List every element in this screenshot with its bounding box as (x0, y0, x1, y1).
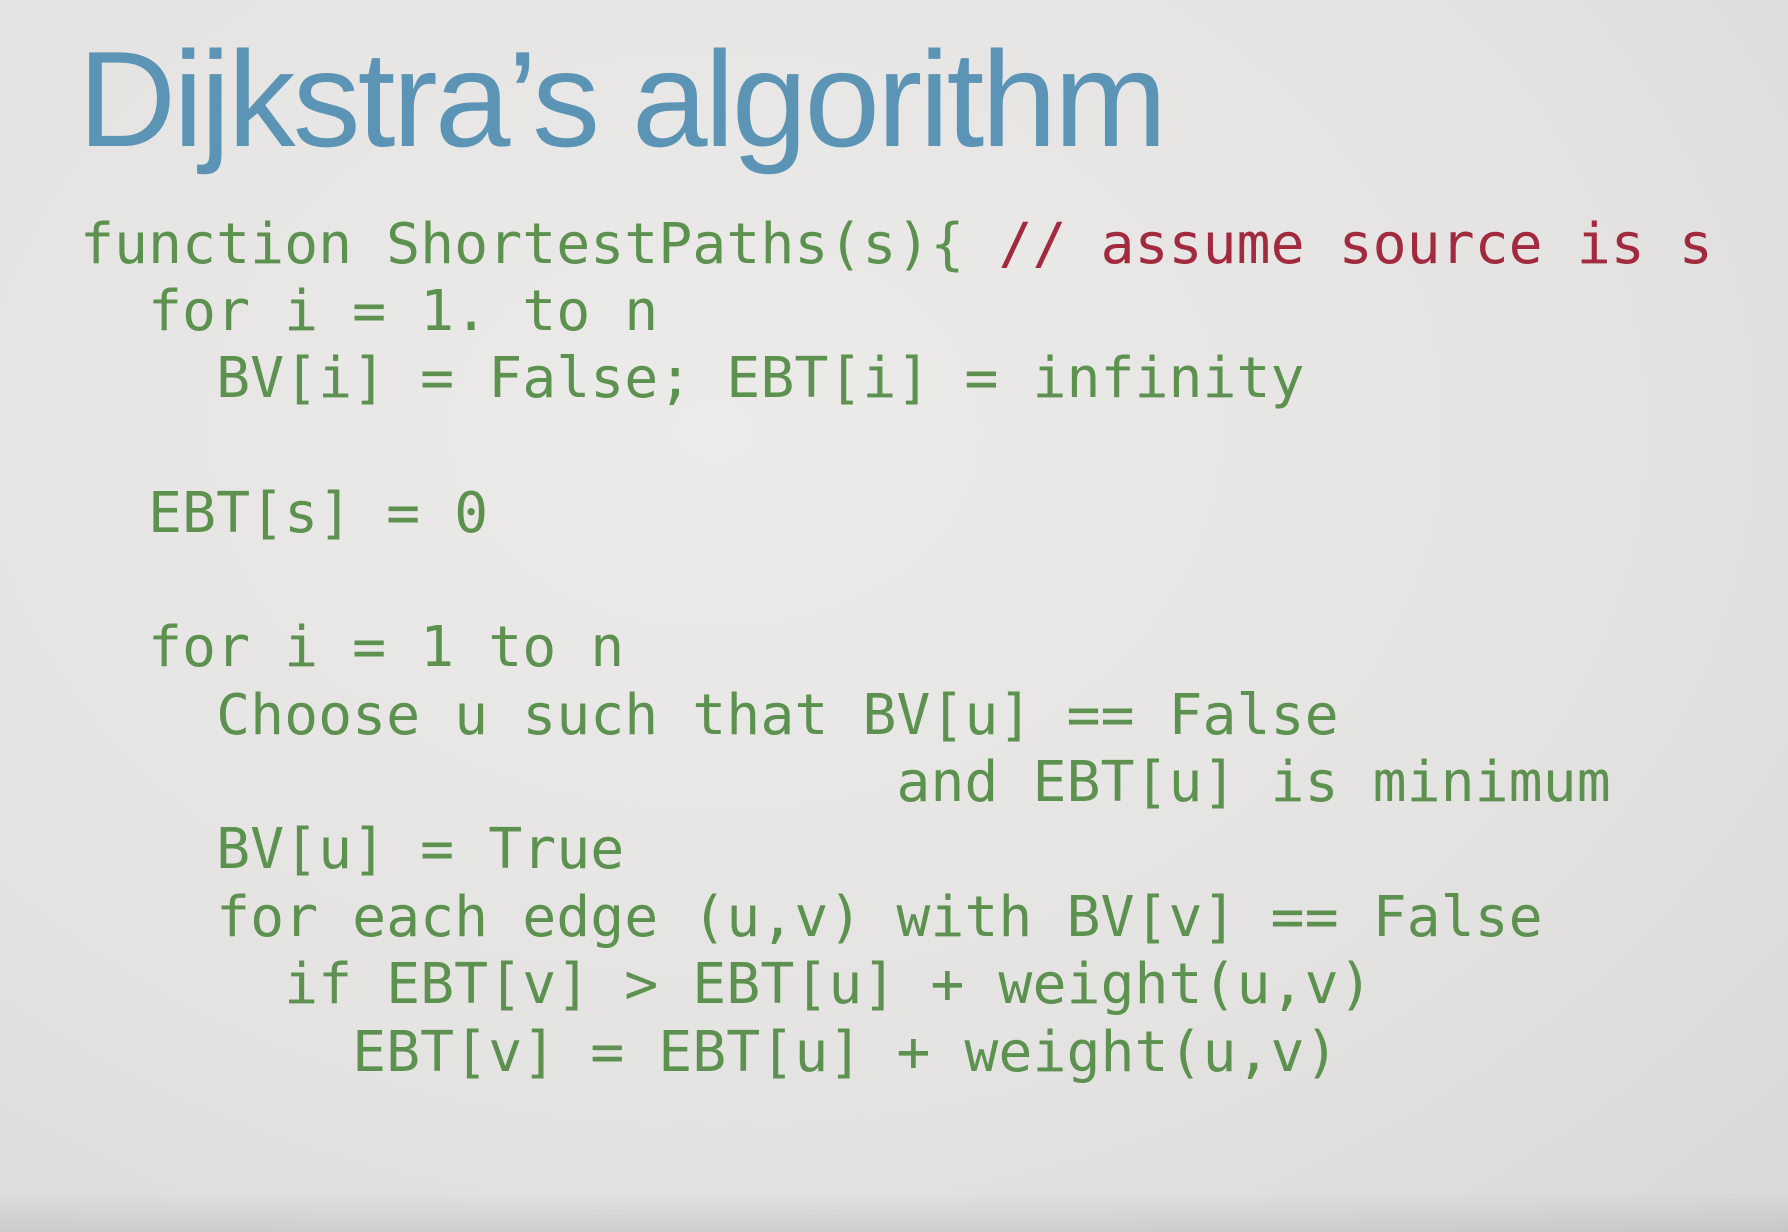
code-line-choose-cont: and EBT[u] is minimum (80, 750, 1611, 815)
code-line-function: function ShortestPaths(s){ // assume sou… (80, 208, 1713, 282)
code-comment: // assume source is s (964, 212, 1713, 277)
code-line-init-arrays: BV[i] = False; EBT[i] = infinity (80, 346, 1305, 411)
code-line-main-loop: for i = 1 to n (80, 615, 625, 680)
code-block: function ShortestPaths(s){ // assume sou… (80, 208, 1713, 1085)
bottom-shade (0, 1192, 1788, 1232)
code-line-relax-check: if EBT[v] > EBT[u] + weight(u,v) (80, 952, 1373, 1017)
code-line-edge-loop: for each edge (u,v) with BV[v] == False (80, 885, 1543, 950)
code-line-relax-assign: EBT[v] = EBT[u] + weight(u,v) (80, 1020, 1339, 1085)
slide: Dijkstra’s algorithm function ShortestPa… (0, 0, 1788, 1232)
code-line-choose: Choose u such that BV[u] == False (80, 683, 1339, 748)
code-line-mark-visited: BV[u] = True (80, 817, 625, 882)
code-text: function ShortestPaths(s){ (80, 212, 965, 277)
code-line-source-zero: EBT[s] = 0 (80, 481, 489, 546)
slide-title: Dijkstra’s algorithm (78, 23, 1167, 175)
code-line-init-loop: for i = 1. to n (80, 279, 659, 344)
